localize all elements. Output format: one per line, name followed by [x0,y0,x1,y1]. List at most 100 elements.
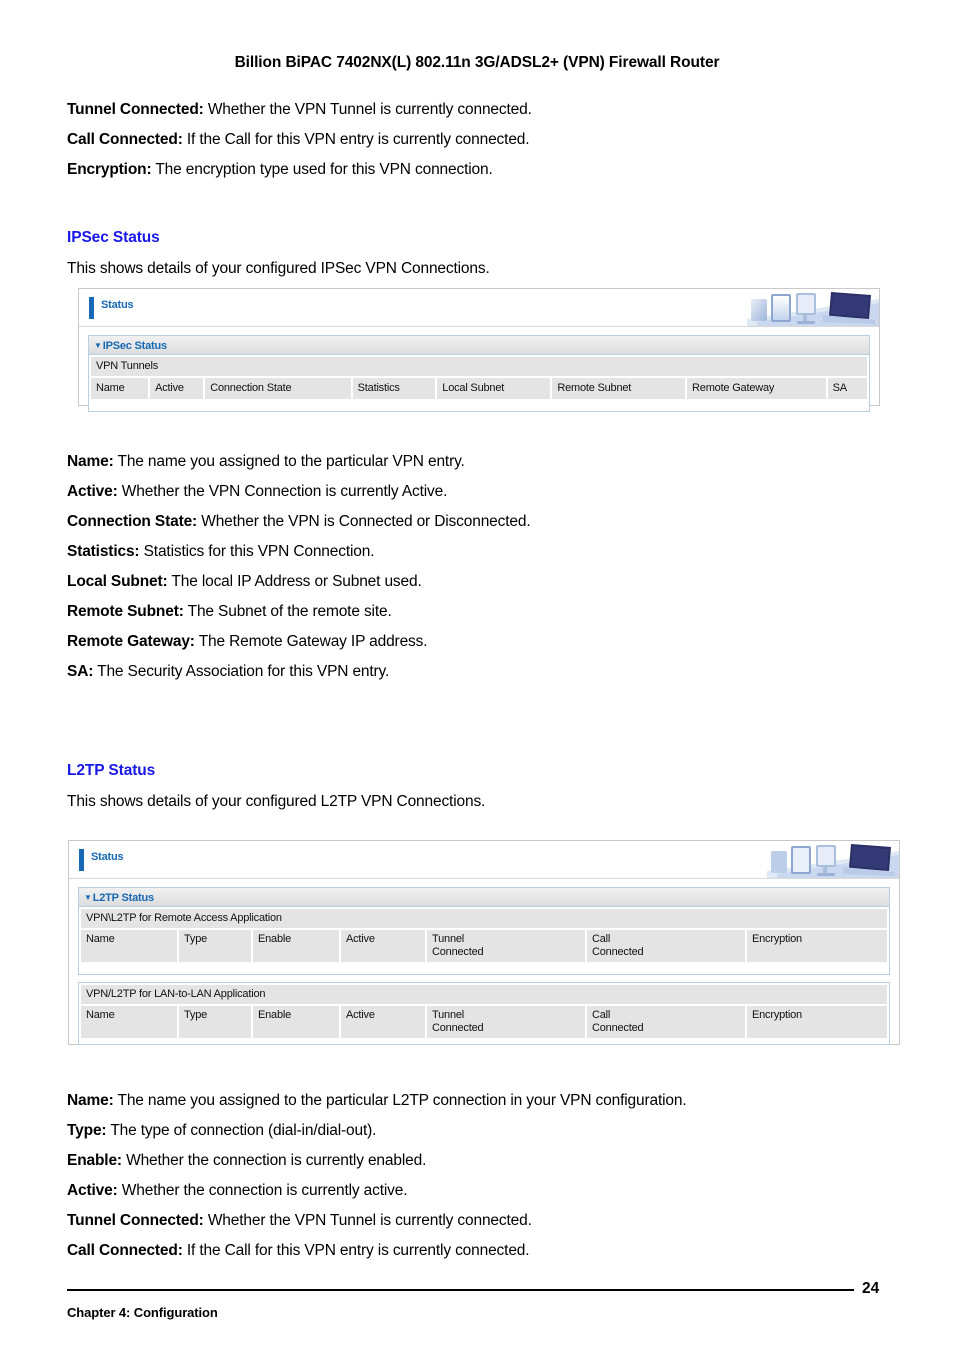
footer-divider [67,1289,854,1291]
accent-bar [89,297,94,319]
column-header-label: SA [832,382,847,394]
column-header: Local Subnet [437,378,551,399]
top-definition-list: Tunnel Connected: Whether the VPN Tunnel… [67,95,532,185]
definition-item: Name: The name you assigned to the parti… [67,447,531,477]
ipsec-screenshot-topbar: Status [79,289,879,327]
l2tp-remote-access-subheader: VPN\L2TP for Remote Access Application [81,909,887,928]
definition-description: The encryption type used for this VPN co… [151,161,493,178]
definition-description: Whether the VPN Tunnel is currently conn… [203,101,532,118]
column-header-label: Encryption [752,1009,802,1021]
ipsec-section-heading: IPSec Status [67,229,160,246]
collapse-caret-icon[interactable]: ▼ [94,341,102,350]
l2tp-lan-to-lan-header-row: Name Type Enable Active Tunnel Connected Call C… [81,1006,887,1038]
definition-term: Encryption: [67,161,152,178]
ipsec-panel-title[interactable]: ▼IPSec Status [89,336,869,355]
definition-term: Name: [67,1092,114,1109]
column-header: Active [341,930,425,962]
column-header: Type [179,1006,251,1038]
definition-description: Whether the connection is currently enab… [121,1152,427,1169]
definition-item: Remote Subnet: The Subnet of the remote … [67,597,531,627]
definition-item: Enable: Whether the connection is curren… [67,1146,687,1176]
l2tp-lan-to-lan-subheader: VPN/L2TP for LAN-to-LAN Application [81,985,887,1004]
column-header-label: Active [155,382,184,394]
definition-description: Whether the VPN Connection is currently … [117,483,448,500]
office-computers-illustration-icon [747,289,879,326]
definition-item: Statistics: Statistics for this VPN Conn… [67,537,531,567]
definition-description: The Subnet of the remote site. [183,603,392,620]
ipsec-section-intro: This shows details of your configured IP… [67,260,490,277]
l2tp-section-heading: L2TP Status [67,762,156,779]
topbar-title-label: Status [101,299,134,311]
definition-description: The Remote Gateway IP address. [194,633,428,650]
l2tp-definition-list: Name: The name you assigned to the parti… [67,1086,687,1266]
definition-term: Call Connected: [67,1242,183,1259]
definition-term: Enable: [67,1152,122,1169]
definition-item: Name: The name you assigned to the parti… [67,1086,687,1116]
definition-description: The type of connection (dial-in/dial-out… [106,1122,377,1139]
definition-description: If the Call for this VPN entry is curren… [182,1242,530,1259]
ipsec-status-panel: ▼IPSec Status VPN Tunnels Name Active Conn… [88,335,870,412]
definition-term: Remote Subnet: [67,603,184,620]
column-header-label: Call [592,1009,611,1021]
column-header-label: Type [184,933,208,945]
column-header: Tunnel Connected [427,1006,585,1038]
column-header: Connection State [205,378,351,399]
definition-term: Connection State: [67,513,198,530]
column-header-label: Enable [258,933,292,945]
column-header-label: Tunnel [432,1009,465,1021]
definition-description: The local IP Address or Subnet used. [167,573,422,590]
column-header-label: Encryption [752,933,802,945]
definition-term: Local Subnet: [67,573,168,590]
definition-item: Tunnel Connected: Whether the VPN Tunnel… [67,1206,687,1236]
column-header-label: Name [96,382,125,394]
definition-item: Type: The type of connection (dial-in/di… [67,1116,687,1146]
l2tp-section-intro: This shows details of your configured L2… [67,793,486,810]
column-header: Remote Subnet [552,378,686,399]
column-header: Active [341,1006,425,1038]
column-header-label: Remote Subnet [557,382,632,394]
ipsec-table-header-row: Name Active Connection State Statistics Loca… [91,378,867,399]
definition-description: The Security Association for this VPN en… [93,663,390,680]
l2tp-remote-access-panel: ▼L2TP Status VPN\L2TP for Remote Access … [78,887,890,975]
ipsec-panel-title-label: IPSec Status [102,340,167,352]
column-header: Encryption [747,930,887,962]
definition-item: Call Connected: If the Call for this VPN… [67,1236,687,1266]
definition-item: Local Subnet: The local IP Address or Su… [67,567,531,597]
l2tp-remote-access-empty-body [81,962,887,972]
definition-item: Active: Whether the VPN Connection is cu… [67,477,531,507]
column-header: Type [179,930,251,962]
office-computers-illustration-icon [767,841,899,878]
definition-description: If the Call for this VPN entry is curren… [182,131,530,148]
definition-description: Whether the VPN Tunnel is currently conn… [203,1212,532,1229]
column-header: Active [150,378,204,399]
column-header-label: Call [592,933,611,945]
column-header-label-line2: Connected [432,1022,484,1034]
column-header-label: Local Subnet [442,382,505,394]
vpn-tunnels-subheader: VPN Tunnels [91,357,867,376]
definition-description: Whether the VPN is Connected or Disconne… [197,513,531,530]
definition-description: The name you assigned to the particular … [113,453,465,470]
definition-term: Active: [67,483,118,500]
definition-description: Statistics for this VPN Connection. [139,543,375,560]
column-header-label: Type [184,1009,208,1021]
definition-term: SA: [67,663,94,680]
definition-term: Statistics: [67,543,140,560]
l2tp-panel-title[interactable]: ▼L2TP Status [79,888,889,907]
l2tp-lan-to-lan-empty-body [81,1038,887,1042]
definition-term: Name: [67,453,114,470]
ipsec-definition-list: Name: The name you assigned to the parti… [67,447,531,687]
column-header: Call Connected [587,1006,745,1038]
definition-item: Remote Gateway: The Remote Gateway IP ad… [67,627,531,657]
ipsec-table-empty-body [91,399,867,409]
definition-description: Whether the connection is currently acti… [117,1182,408,1199]
definition-item: Connection State: Whether the VPN is Con… [67,507,531,537]
column-header-label: Statistics [357,382,400,394]
ipsec-screenshot-body: ▼IPSec Status VPN Tunnels Name Active Conn… [79,327,879,422]
collapse-caret-icon[interactable]: ▼ [84,893,92,902]
definition-item: SA: The Security Association for this VP… [67,657,531,687]
column-header-label: Active [346,1009,375,1021]
column-header-label: Connection State [210,382,292,394]
footer-chapter-label: Chapter 4: Configuration [67,1305,218,1320]
column-header-label-line2: Connected [592,1022,644,1034]
l2tp-lan-to-lan-panel: VPN/L2TP for LAN-to-LAN Application Name… [78,982,890,1045]
